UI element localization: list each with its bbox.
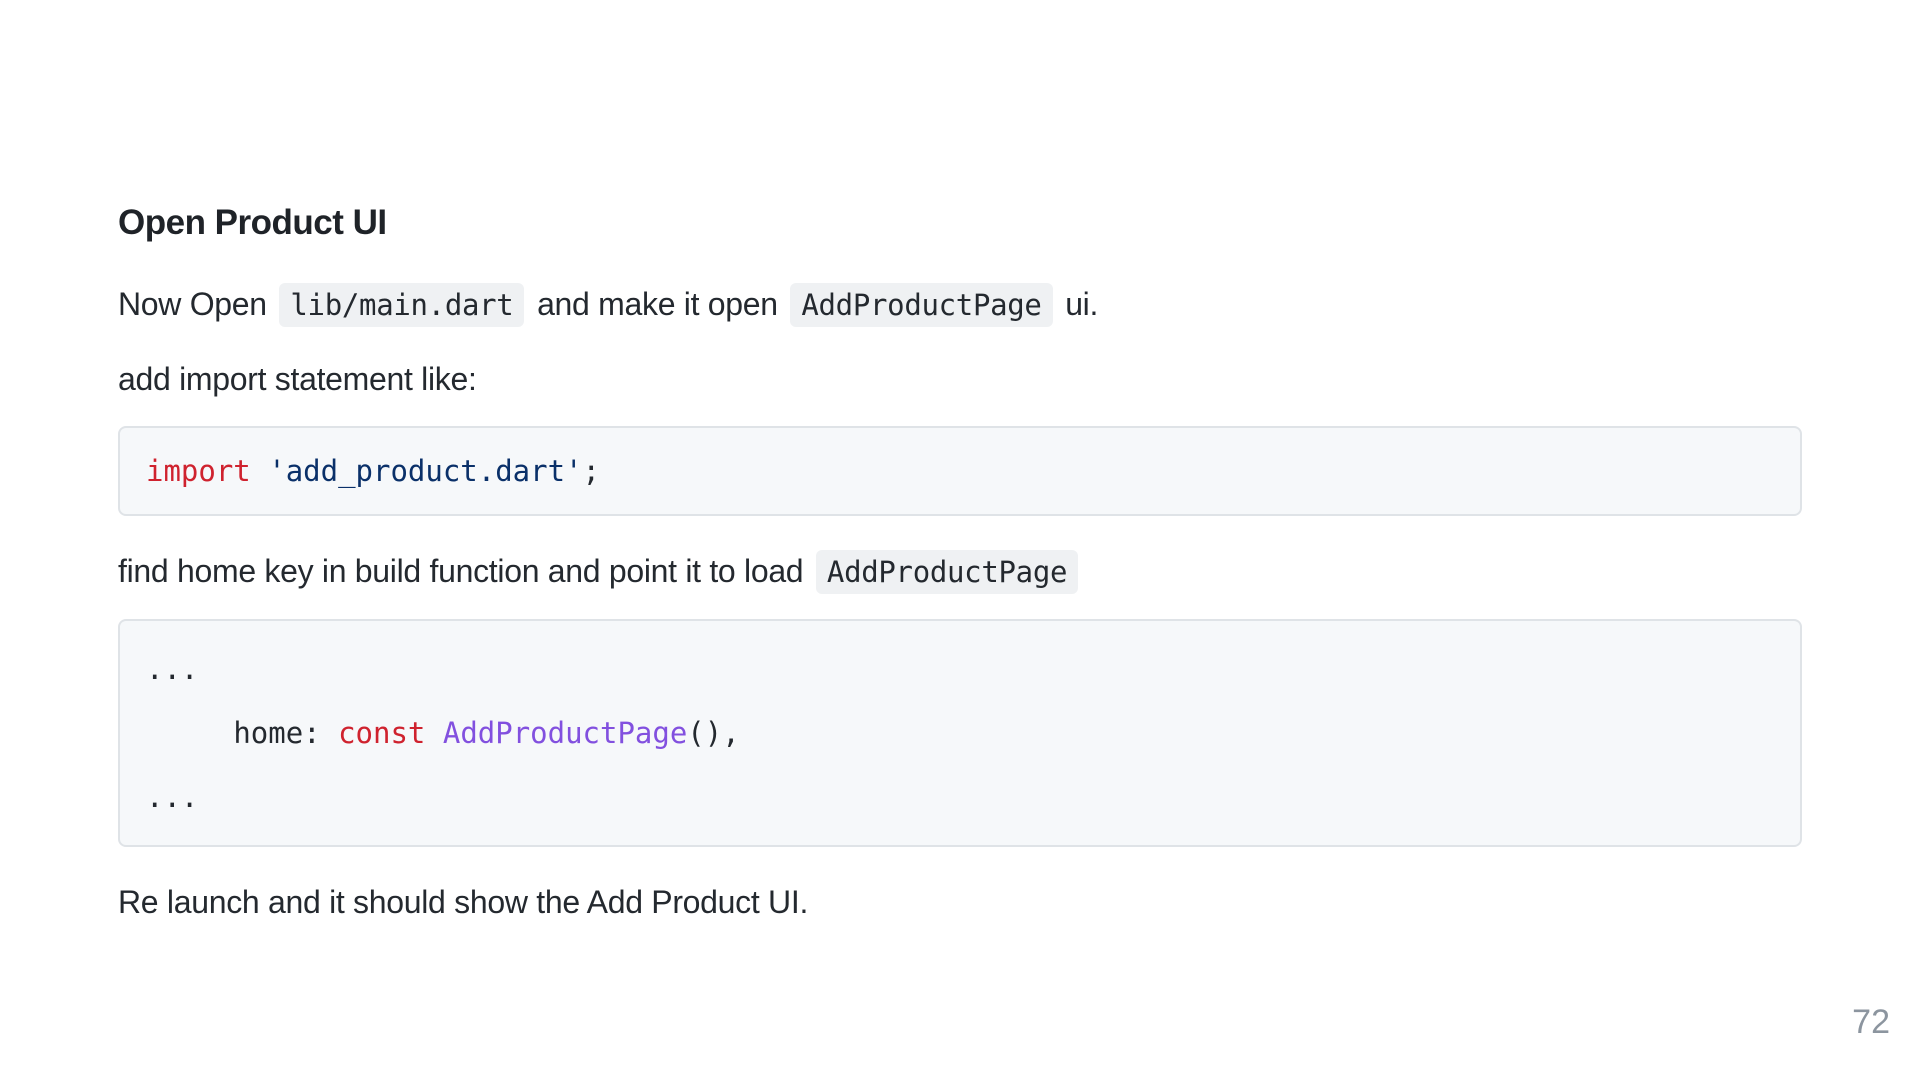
- paragraph-text: Now Open: [118, 286, 267, 322]
- code-class-name: AddProductPage: [442, 716, 688, 750]
- paragraph-text: and make it open: [537, 286, 778, 322]
- code-block-home: ... home: const AddProductPage(), ...: [118, 619, 1802, 847]
- code-keyword: const: [338, 716, 426, 750]
- code-punctuation: (),: [687, 716, 740, 750]
- paragraph-import-intro: add import statement like:: [118, 361, 477, 397]
- slide: Open Product UI Now Open lib/main.dart a…: [0, 0, 1920, 1080]
- section-heading: Open Product UI: [118, 203, 387, 242]
- paragraph-relaunch: Re launch and it should show the Add Pro…: [118, 884, 809, 920]
- paragraph-text: ui.: [1065, 286, 1099, 322]
- code-key: home:: [233, 716, 339, 750]
- code-ellipsis: ...: [146, 780, 199, 814]
- paragraph-text: find home key in build function and poin…: [118, 553, 804, 589]
- code-keyword: import: [146, 454, 251, 488]
- code-ellipsis: ...: [146, 652, 199, 686]
- inline-code-add-product-page: AddProductPage: [815, 550, 1079, 594]
- inline-code-main-dart: lib/main.dart: [279, 283, 525, 327]
- inline-code-add-product-page: AddProductPage: [790, 283, 1053, 327]
- code-punctuation: ;: [582, 454, 600, 488]
- paragraph-home-key: find home key in build function and poin…: [118, 544, 1802, 599]
- code-string: 'add_product.dart': [268, 454, 583, 488]
- paragraph-open-main: Now Open lib/main.dart and make it open …: [118, 277, 1802, 332]
- page-number: 72: [1852, 1003, 1890, 1041]
- code-block-import: import 'add_product.dart';: [118, 426, 1802, 516]
